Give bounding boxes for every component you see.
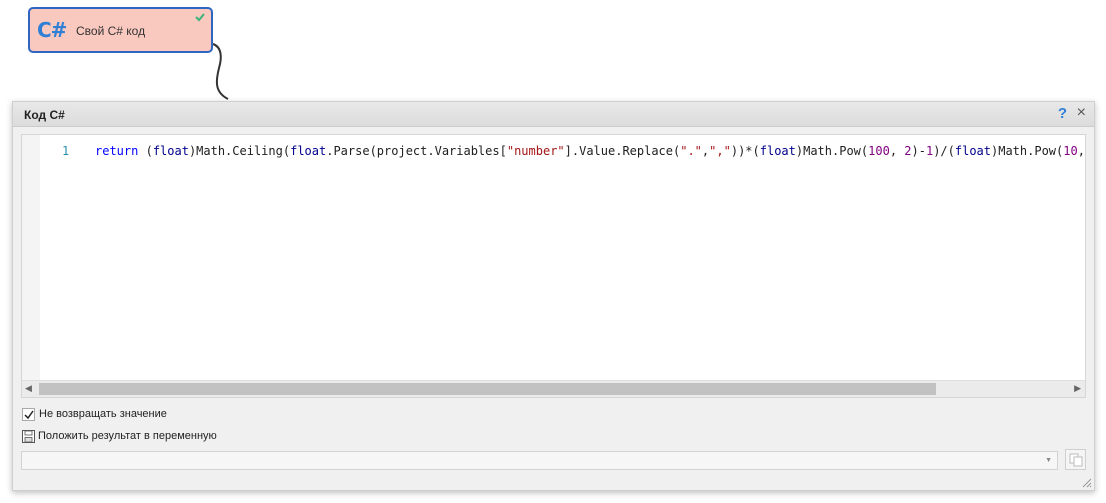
variable-select[interactable]: ▼: [21, 451, 1058, 470]
code-token: )Math.Pow(: [795, 144, 869, 158]
chevron-down-icon[interactable]: ▼: [1045, 457, 1052, 464]
panel-header: Код C# ? ×: [13, 102, 1094, 127]
node-label: Свой C# код: [76, 24, 146, 38]
code-token: ,: [889, 144, 905, 158]
floppy-disk-icon: [22, 429, 35, 443]
code-token: .Parse(project.Variables[: [326, 144, 507, 158]
code-token: )-: [911, 144, 926, 158]
code-token: float: [759, 144, 796, 158]
code-token: ".": [680, 144, 702, 158]
scroll-right-icon[interactable]: ▶: [1074, 383, 1081, 394]
no-return-option[interactable]: Не возвращать значение: [22, 406, 167, 422]
copy-button[interactable]: [1065, 449, 1086, 470]
no-return-checkbox[interactable]: [22, 407, 35, 421]
help-button[interactable]: ?: [1058, 105, 1067, 122]
code-editor[interactable]: 1 return (float)Math.Ceiling(float.Parse…: [21, 134, 1086, 398]
csharp-code-panel: Код C# ? × 1 return (float)Math.Ceiling(…: [12, 101, 1095, 491]
code-token: return: [95, 144, 139, 158]
scrollbar-thumb[interactable]: [39, 383, 936, 395]
copy-icon: [1069, 453, 1083, 467]
code-token: 2: [904, 144, 912, 158]
scroll-left-icon[interactable]: ◀: [25, 383, 32, 394]
code-token: ",": [709, 144, 731, 158]
code-text[interactable]: return (float)Math.Ceiling(float.Parse(p…: [95, 143, 1085, 159]
save-result-label: Положить результат в переменную: [38, 430, 217, 442]
code-token: )Math.Ceiling(: [188, 144, 291, 158]
code-token: )/(: [933, 144, 955, 158]
no-return-label: Не возвращать значение: [39, 408, 167, 420]
editor-gutter: [22, 135, 40, 381]
line-number: 1: [62, 144, 70, 158]
check-icon: [195, 13, 205, 22]
code-token: 100: [868, 144, 890, 158]
save-result-option[interactable]: Положить результат в переменную: [22, 428, 217, 444]
code-token: ,: [1077, 144, 1085, 158]
workspace-canvas: C# Свой C# код Код C# ? × 1 return (floa…: [0, 0, 1106, 503]
code-token: 10: [1063, 144, 1078, 158]
code-token: )Math.Pow(: [991, 144, 1064, 158]
close-button[interactable]: ×: [1077, 104, 1086, 122]
code-token: ].Value.Replace(: [564, 144, 681, 158]
code-token: ))*(: [730, 144, 760, 158]
csharp-action-node[interactable]: C# Свой C# код: [28, 7, 213, 53]
code-token: "number": [506, 144, 565, 158]
code-token: float: [152, 144, 189, 158]
code-token: (: [138, 144, 153, 158]
code-token: float: [954, 144, 991, 158]
horizontal-scrollbar[interactable]: ◀ ▶: [22, 380, 1085, 397]
checkmark-icon: [24, 410, 34, 419]
resize-grip-icon[interactable]: [1080, 476, 1092, 488]
panel-title: Код C#: [24, 108, 65, 122]
code-line[interactable]: 1 return (float)Math.Ceiling(float.Parse…: [22, 143, 1085, 159]
csharp-icon: C#: [37, 18, 67, 42]
code-token: float: [290, 144, 327, 158]
